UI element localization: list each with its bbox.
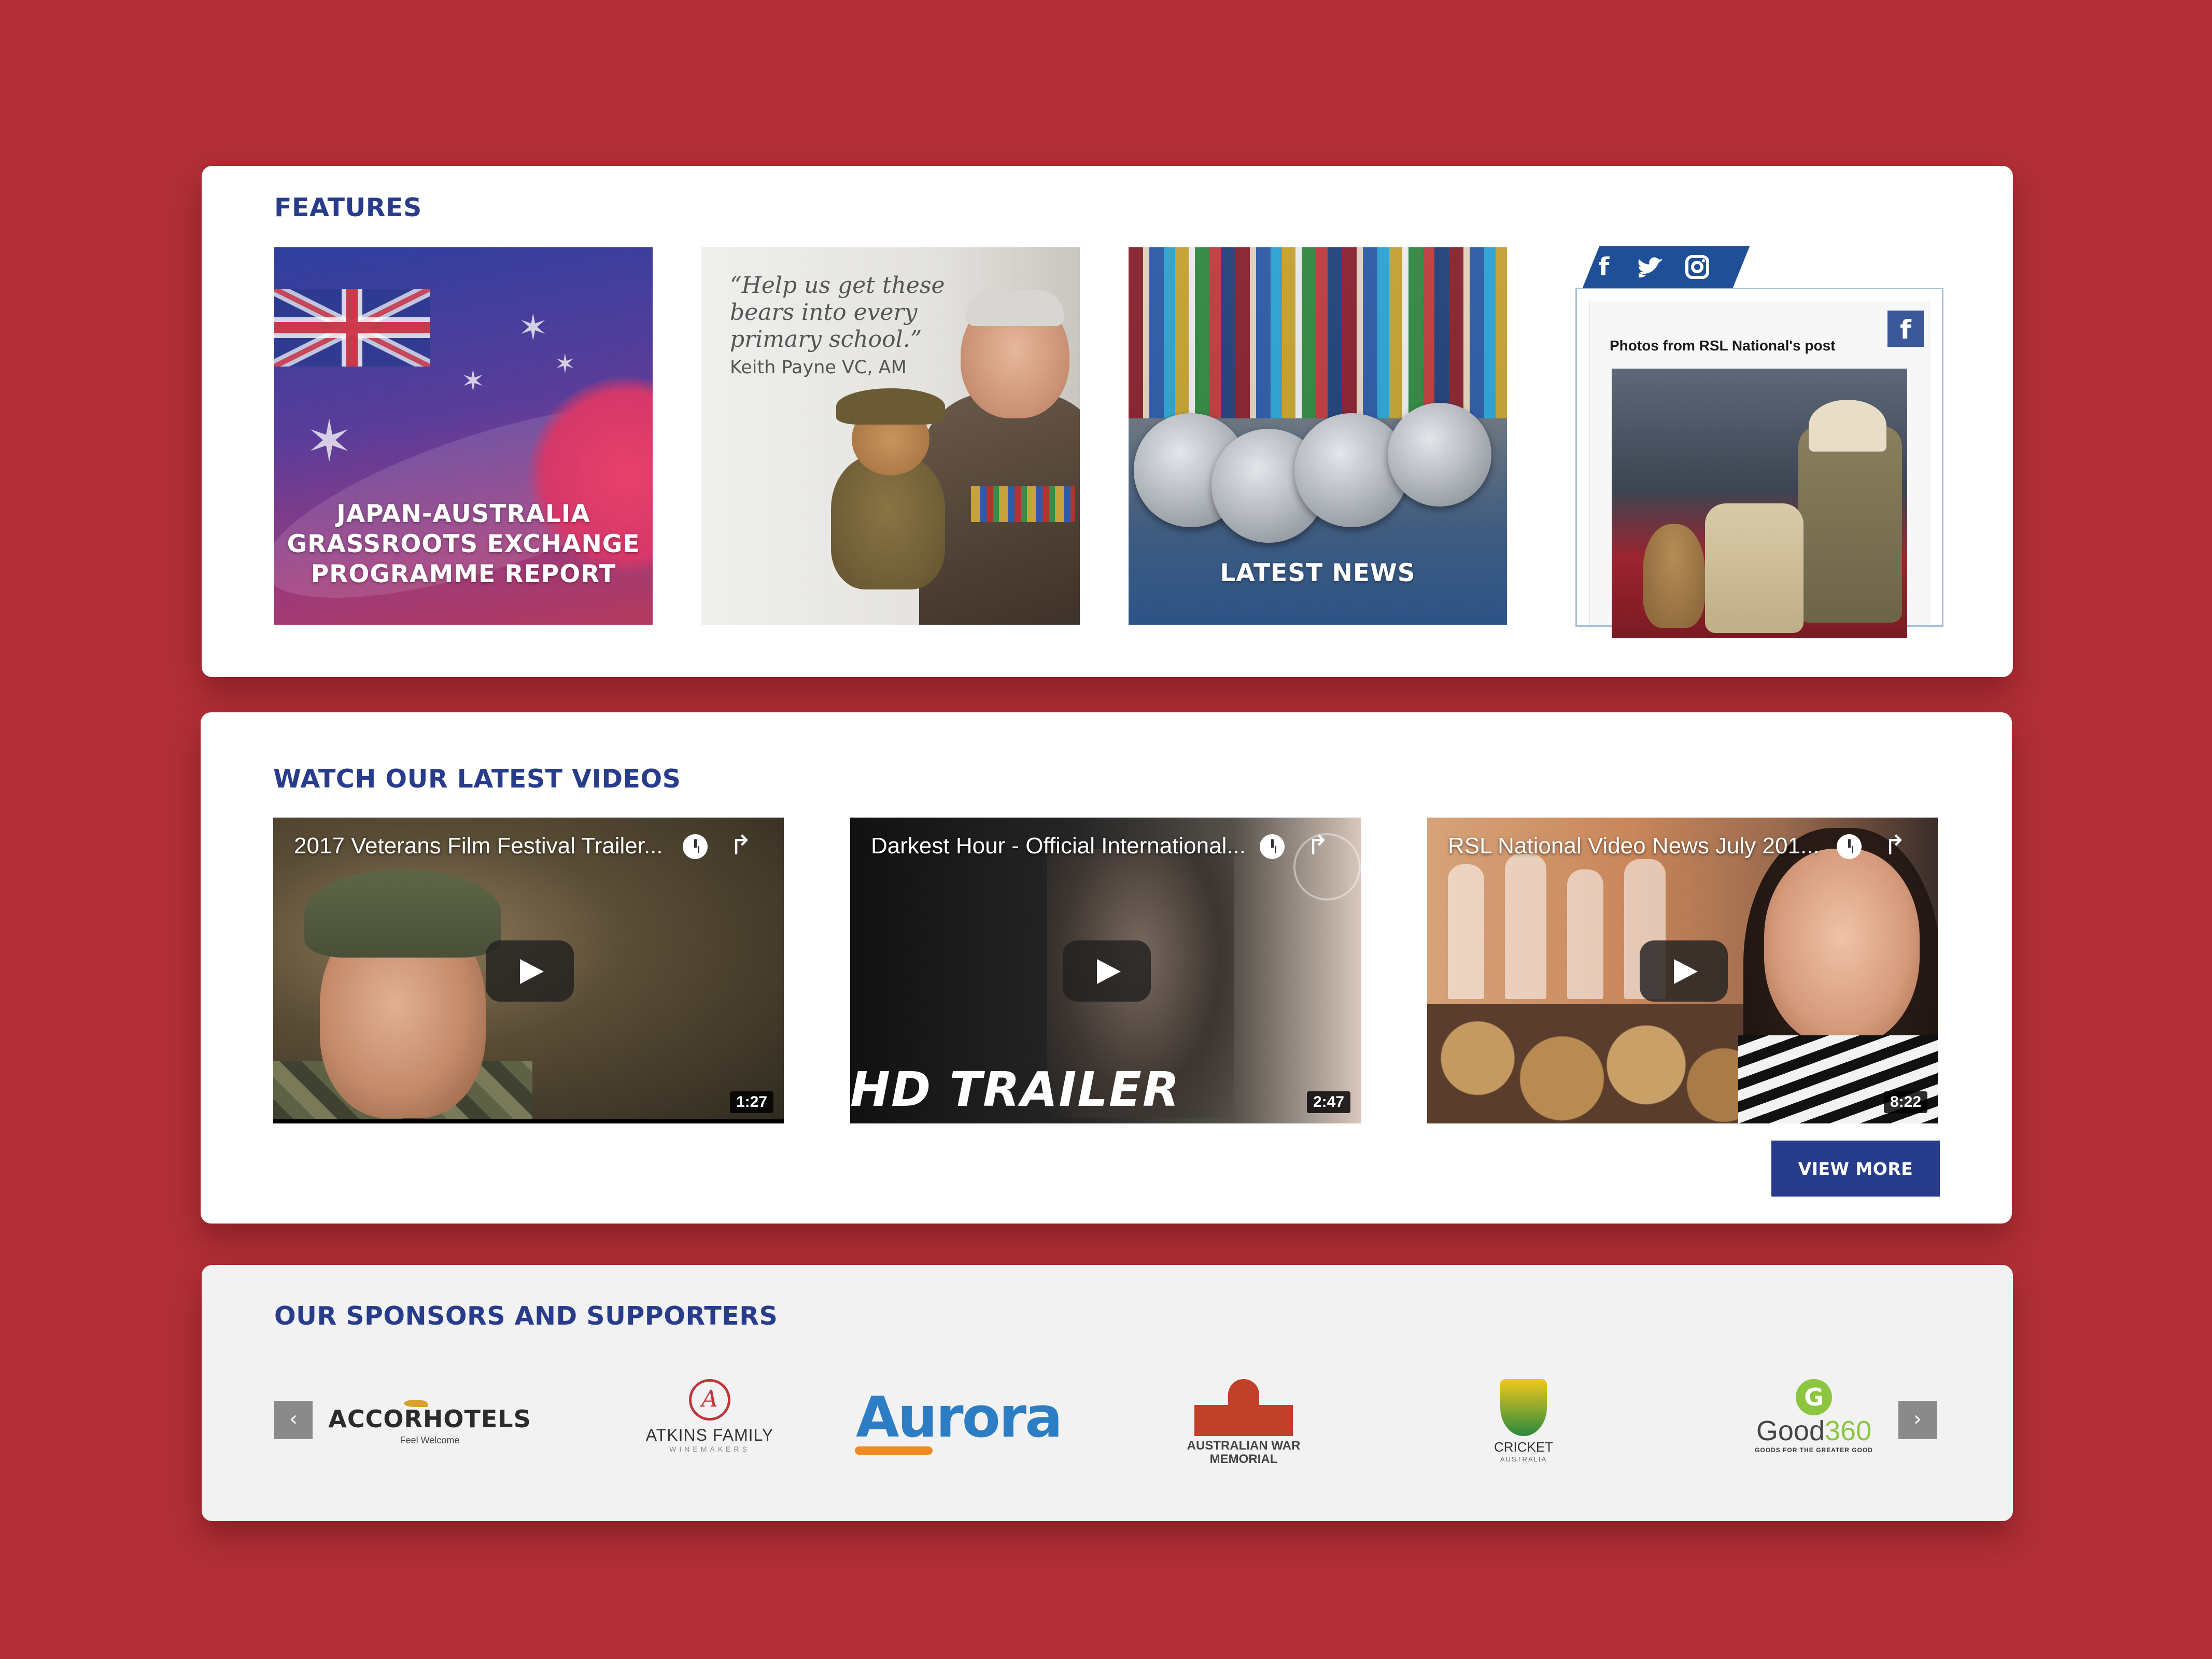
play-icon[interactable] xyxy=(1063,940,1151,1002)
video-player[interactable]: 2017 Veterans Film Festival Trailer... ↱… xyxy=(273,818,784,1123)
feature-tile-keith-payne[interactable]: “Help us get these bears into every prim… xyxy=(701,247,1080,625)
sponsor-name: ATKINS FAMILY xyxy=(645,1426,774,1444)
sponsor-logo-cricket-australia[interactable]: CRICKET AUSTRALIA xyxy=(1467,1379,1581,1467)
section-title: FEATURES xyxy=(274,193,422,222)
watch-later-icon[interactable] xyxy=(1837,834,1862,859)
share-icon[interactable]: ↱ xyxy=(729,830,752,861)
good360-g-icon: G xyxy=(1796,1379,1832,1415)
video-player[interactable]: HD TRAILER Darkest Hour - Official Inter… xyxy=(850,818,1361,1123)
memorial-building-icon xyxy=(1194,1379,1293,1436)
facebook-post: Photos from RSL National's post f xyxy=(1589,301,1929,638)
video-duration: 1:27 xyxy=(729,1091,773,1113)
backpack-image xyxy=(1798,426,1902,623)
carousel-next-button[interactable]: › xyxy=(1898,1401,1937,1439)
memorial-base-icon xyxy=(1194,1405,1293,1436)
sponsor-name-number: 360 xyxy=(1825,1415,1872,1446)
atkins-monogram-icon: A xyxy=(689,1379,730,1421)
star-icon: ✶ xyxy=(305,410,354,473)
sponsor-logo-aurora[interactable]: Aurora xyxy=(844,1379,1073,1467)
sponsor-logo-accorhotels[interactable]: ACCORHOTELS Feel Welcome xyxy=(316,1379,544,1467)
section-title: WATCH OUR LATEST VIDEOS xyxy=(273,764,681,794)
sponsor-logo-australian-war-memorial[interactable]: AUSTRALIAN WAR MEMORIAL xyxy=(1176,1379,1311,1467)
medal-ribbons-image xyxy=(1129,247,1507,418)
facebook-post-photo[interactable] xyxy=(1612,369,1907,638)
sponsor-name: Good360 xyxy=(1741,1415,1886,1446)
sponsor-name-text: Good xyxy=(1756,1415,1825,1446)
features-section: FEATURES ✶ ✶ ✶ ✶ JAPAN-AUSTRALIA GRASSRO… xyxy=(202,166,2013,677)
bird-icon xyxy=(404,1400,428,1407)
instagram-icon[interactable] xyxy=(1679,250,1715,284)
view-more-button[interactable]: VIEW MORE xyxy=(1771,1141,1940,1197)
soldier-cap-image xyxy=(304,869,501,958)
union-jack-icon xyxy=(274,289,430,367)
silhouette-image xyxy=(1448,864,1484,999)
sponsor-tagline: Feel Welcome xyxy=(400,1435,460,1445)
video-duration: 2:47 xyxy=(1306,1091,1350,1113)
video-progress-bar xyxy=(273,1119,784,1123)
carousel-prev-button[interactable]: ‹ xyxy=(274,1401,313,1439)
cricket-shield-icon xyxy=(1500,1379,1547,1436)
sponsor-logo-good360[interactable]: G Good360 GOODS FOR THE GREATER GOOD xyxy=(1741,1379,1886,1467)
hat-image xyxy=(1809,400,1886,452)
feature-tile-caption: LATEST NEWS xyxy=(1220,559,1416,587)
facebook-icon[interactable]: f xyxy=(1887,311,1924,347)
share-icon[interactable]: ↱ xyxy=(1883,830,1906,861)
sponsor-logo-atkins-family[interactable]: A ATKINS FAMILY WINEMAKERS xyxy=(611,1379,808,1467)
sponsor-tagline: WINEMAKERS xyxy=(669,1445,750,1453)
silhouette-image xyxy=(1567,869,1603,999)
teddy-bears-image xyxy=(1427,1004,1764,1123)
teddy-bear-image xyxy=(1643,524,1705,628)
sponsors-section: OUR SPONSORS AND SUPPORTERS ‹ ACCORHOTEL… xyxy=(202,1265,2013,1521)
medals-image xyxy=(971,486,1075,522)
medal-image xyxy=(1388,403,1491,507)
sponsor-tagline: GOODS FOR THE GREATER GOOD xyxy=(1755,1446,1873,1454)
facebook-icon[interactable]: f xyxy=(1586,250,1622,284)
video-title[interactable]: Darkest Hour - Official International... xyxy=(871,833,1246,859)
feature-tile-latest-news[interactable]: LATEST NEWS xyxy=(1129,247,1507,625)
feature-quote: “Help us get these bears into every prim… xyxy=(730,272,945,353)
feature-quote-author: Keith Payne VC, AM xyxy=(730,357,907,378)
share-icon[interactable]: ↱ xyxy=(1306,830,1329,861)
sponsor-name: Aurora xyxy=(855,1385,1063,1450)
star-icon: ✶ xyxy=(554,349,576,378)
presenter-face-image xyxy=(1764,849,1920,1046)
sponsor-name: AUSTRALIAN WAR MEMORIAL xyxy=(1187,1439,1301,1466)
star-icon: ✶ xyxy=(518,307,548,348)
swoosh-icon xyxy=(855,1446,933,1455)
videos-section: WATCH OUR LATEST VIDEOS 2017 Veterans Fi… xyxy=(201,712,2012,1224)
feature-tile-japan-australia[interactable]: ✶ ✶ ✶ ✶ JAPAN-AUSTRALIA GRASSROOTS EXCHA… xyxy=(274,247,653,625)
video-player[interactable]: RSL National Video News July 201... ↱ 8:… xyxy=(1427,818,1938,1123)
watch-later-icon[interactable] xyxy=(683,834,708,859)
feature-tile-caption: JAPAN-AUSTRALIA GRASSROOTS EXCHANGE PROG… xyxy=(287,500,640,588)
star-icon: ✶ xyxy=(461,364,485,397)
section-title: OUR SPONSORS AND SUPPORTERS xyxy=(274,1301,778,1331)
social-tabs: f xyxy=(1581,246,1750,288)
video-title[interactable]: RSL National Video News July 201... xyxy=(1448,833,1820,859)
facebook-post-title[interactable]: Photos from RSL National's post xyxy=(1610,338,1836,354)
sponsor-tagline: AUSTRALIA xyxy=(1500,1455,1547,1463)
sponsor-name: CRICKET xyxy=(1494,1439,1554,1455)
play-icon[interactable] xyxy=(486,940,574,1002)
video-overlay-text: HD TRAILER xyxy=(850,1062,1180,1117)
play-icon[interactable] xyxy=(1640,940,1728,1002)
video-title[interactable]: 2017 Veterans Film Festival Trailer... xyxy=(294,833,663,859)
silhouette-image xyxy=(1505,854,1546,999)
teddy-bear-hat-image xyxy=(836,388,945,425)
watch-later-icon[interactable] xyxy=(1260,834,1285,859)
twitter-icon[interactable] xyxy=(1632,250,1669,284)
veteran-hair-image xyxy=(966,290,1064,326)
sponsor-name: ACCORHOTELS xyxy=(328,1405,531,1433)
facebook-feed-widget[interactable]: Photos from RSL National's post f xyxy=(1575,288,1943,638)
video-duration: 8:22 xyxy=(1883,1091,1927,1113)
backpack-image xyxy=(1705,503,1804,633)
